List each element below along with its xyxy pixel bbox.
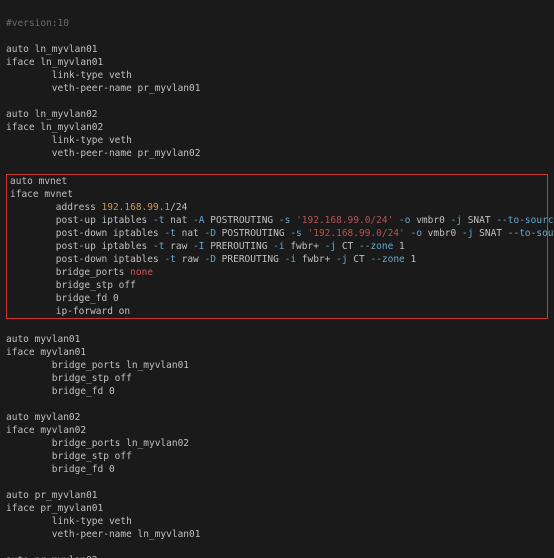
myvlan01-ports: bridge_ports ln_myvlan01 xyxy=(6,360,189,371)
pr-myvlan01-link: link-type veth xyxy=(6,516,132,527)
mvnet-block: auto mvnet iface mvnet address 192.168.9… xyxy=(6,174,548,319)
myvlan01-stp: bridge_stp off xyxy=(6,373,132,384)
myvlan02-ports: bridge_ports ln_myvlan02 xyxy=(6,438,189,449)
mvnet-bridge-stp: bridge_stp off xyxy=(10,280,136,291)
mvnet-iface: iface mvnet xyxy=(10,189,73,200)
ln-myvlan01-iface: iface ln_myvlan01 xyxy=(6,57,103,68)
pr-myvlan01-iface: iface pr_myvlan01 xyxy=(6,503,103,514)
myvlan01-auto: auto myvlan01 xyxy=(6,334,80,345)
ln-myvlan01-link: link-type veth xyxy=(6,70,132,81)
version-comment: #version:10 xyxy=(6,18,69,29)
mvnet-bridge-ports: bridge_ports none xyxy=(10,267,153,278)
mvnet-ip-forward: ip-forward on xyxy=(10,306,130,317)
mvnet-postdown-nat: post-down iptables -t nat -D POSTROUTING… xyxy=(10,228,554,239)
ln-myvlan02-auto: auto ln_myvlan02 xyxy=(6,109,98,120)
myvlan01-iface: iface myvlan01 xyxy=(6,347,86,358)
mvnet-auto: auto mvnet xyxy=(10,176,67,187)
mvnet-postdown-raw: post-down iptables -t raw -D PREROUTING … xyxy=(10,254,416,265)
ln-myvlan02-link: link-type veth xyxy=(6,135,132,146)
myvlan01-fd: bridge_fd 0 xyxy=(6,386,115,397)
pr-myvlan01-auto: auto pr_myvlan01 xyxy=(6,490,98,501)
pr-myvlan01-peer: veth-peer-name ln_myvlan01 xyxy=(6,529,200,540)
ln-myvlan01-peer: veth-peer-name pr_myvlan01 xyxy=(6,83,200,94)
myvlan02-iface: iface myvlan02 xyxy=(6,425,86,436)
myvlan02-auto: auto myvlan02 xyxy=(6,412,80,423)
ln-myvlan01-auto: auto ln_myvlan01 xyxy=(6,44,98,55)
myvlan02-fd: bridge_fd 0 xyxy=(6,464,115,475)
mvnet-addr: address 192.168.99.1/24 xyxy=(10,202,187,213)
mvnet-postup-raw: post-up iptables -t raw -I PREROUTING -i… xyxy=(10,241,405,252)
mvnet-bridge-fd: bridge_fd 0 xyxy=(10,293,119,304)
myvlan02-stp: bridge_stp off xyxy=(6,451,132,462)
ln-myvlan02-iface: iface ln_myvlan02 xyxy=(6,122,103,133)
config-editor[interactable]: #version:10 auto ln_myvlan01 iface ln_my… xyxy=(0,0,554,558)
mvnet-postup-nat: post-up iptables -t nat -A POSTROUTING -… xyxy=(10,215,554,226)
ln-myvlan02-peer: veth-peer-name pr_myvlan02 xyxy=(6,148,200,159)
